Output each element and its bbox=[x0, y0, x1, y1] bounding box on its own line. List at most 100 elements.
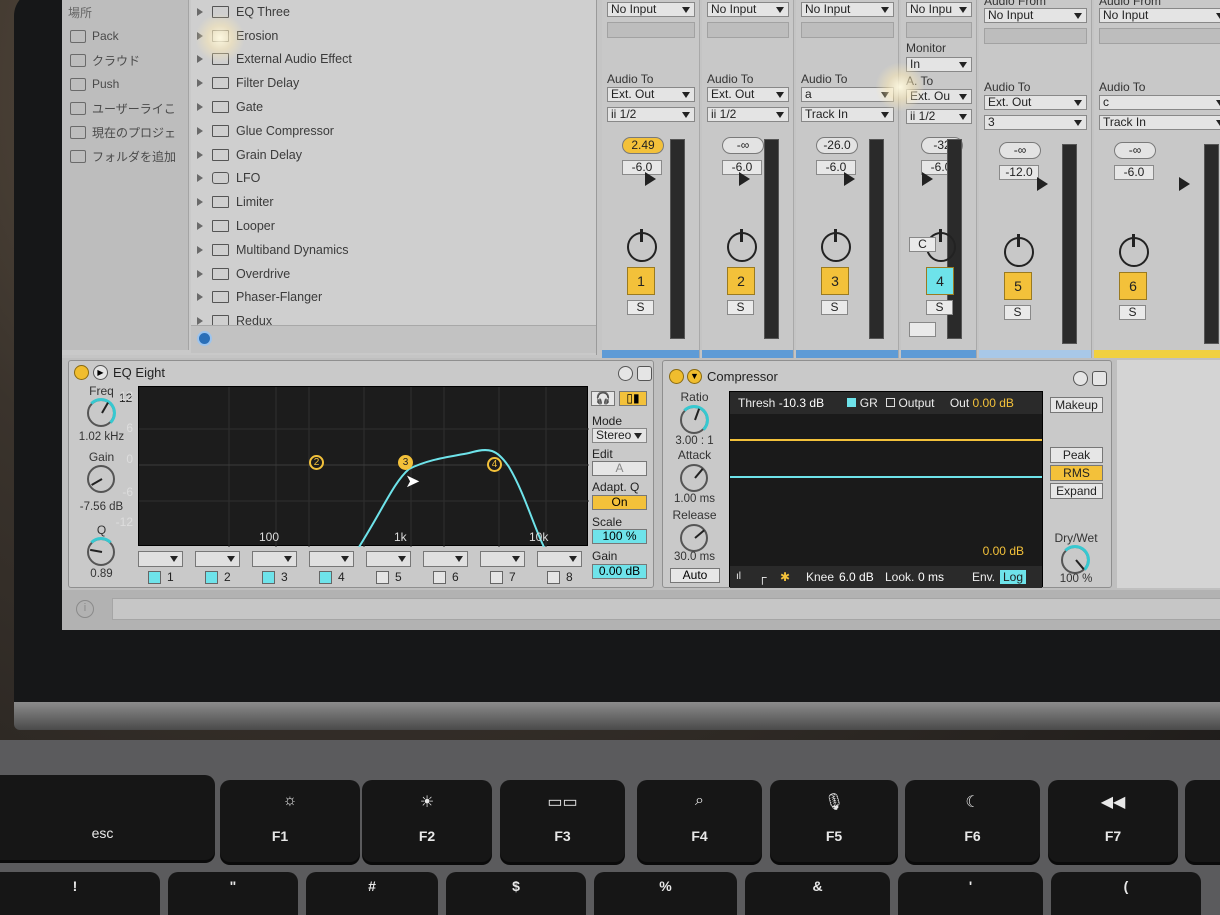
pan-knob[interactable] bbox=[1119, 234, 1149, 267]
band-toggle[interactable] bbox=[490, 571, 503, 584]
solo-button[interactable]: S bbox=[926, 300, 953, 315]
place-item[interactable]: ユーザーライこ bbox=[62, 96, 188, 120]
gain-knob[interactable] bbox=[87, 465, 115, 493]
key-4[interactable]: $ bbox=[446, 872, 586, 915]
output-select[interactable]: Ext. Out bbox=[607, 87, 695, 102]
key-3[interactable]: # bbox=[306, 872, 438, 915]
headphone-icon[interactable]: 🎧 bbox=[591, 391, 615, 406]
hot-swap-icon[interactable] bbox=[1073, 371, 1088, 386]
expand-button[interactable]: Expand bbox=[1050, 483, 1103, 499]
save-preset-icon[interactable] bbox=[637, 366, 652, 381]
expand-arrow-icon[interactable] bbox=[197, 174, 203, 183]
filter-type-select[interactable] bbox=[366, 551, 411, 567]
input-select[interactable]: No Input bbox=[1099, 8, 1220, 23]
key-8[interactable]: ( bbox=[1051, 872, 1201, 915]
output-select[interactable]: c bbox=[1099, 95, 1220, 110]
input-channel-select[interactable] bbox=[1099, 28, 1220, 44]
volume-display[interactable]: -∞ bbox=[722, 137, 764, 154]
mode-select[interactable]: Stereo bbox=[592, 428, 647, 443]
output-channel-select[interactable]: ii 1/2 bbox=[906, 109, 972, 124]
expand-arrow-icon[interactable] bbox=[197, 150, 203, 159]
expand-arrow-icon[interactable] bbox=[197, 7, 203, 16]
track-activator[interactable]: 6 bbox=[1119, 272, 1147, 300]
volume-slider-handle[interactable] bbox=[739, 172, 750, 186]
band-toggle[interactable] bbox=[319, 571, 332, 584]
expand-arrow-icon[interactable] bbox=[197, 126, 203, 135]
key-f7[interactable]: ◀◀ F7 bbox=[1048, 780, 1178, 862]
input-channel-select[interactable] bbox=[801, 22, 894, 38]
expand-arrow-icon[interactable] bbox=[197, 269, 203, 278]
pan-display[interactable]: -12.0 bbox=[999, 165, 1039, 180]
track-activator[interactable]: 5 bbox=[1004, 272, 1032, 300]
pan-display[interactable]: -6.0 bbox=[622, 160, 662, 175]
spectrum-icon[interactable]: ▯▮ bbox=[619, 391, 647, 406]
input-select[interactable]: No Inpu bbox=[906, 2, 972, 17]
scale-value[interactable]: 100 % bbox=[592, 529, 647, 544]
output-channel-select[interactable]: 3 bbox=[984, 115, 1087, 130]
cue-button[interactable]: C bbox=[909, 237, 936, 252]
save-preset-icon[interactable] bbox=[1092, 371, 1107, 386]
filter-type-select[interactable] bbox=[138, 551, 183, 567]
volume-display[interactable]: -∞ bbox=[999, 142, 1041, 159]
filter-type-select[interactable] bbox=[309, 551, 354, 567]
freq-knob[interactable] bbox=[86, 398, 116, 428]
arm-record-icon[interactable] bbox=[909, 322, 936, 337]
browser-item[interactable]: Filter Delay bbox=[191, 71, 596, 95]
activity-icon[interactable]: ✱ bbox=[780, 566, 790, 588]
compressor-power-toggle[interactable] bbox=[669, 369, 684, 384]
volume-slider-handle[interactable] bbox=[1037, 177, 1048, 191]
solo-button[interactable]: S bbox=[1119, 305, 1146, 320]
expand-arrow-icon[interactable] bbox=[197, 245, 203, 254]
track-activator[interactable]: 1 bbox=[627, 267, 655, 295]
browser-item[interactable]: Phaser-Flanger bbox=[191, 286, 596, 310]
key-f2[interactable]: ☀ F2 bbox=[362, 780, 492, 862]
band-toggle[interactable] bbox=[205, 571, 218, 584]
pan-knob[interactable] bbox=[1004, 234, 1034, 267]
volume-display[interactable]: 2.49 bbox=[622, 137, 664, 154]
hot-swap-icon[interactable] bbox=[618, 366, 633, 381]
input-channel-select[interactable] bbox=[607, 22, 695, 38]
browser-item[interactable]: Glue Compressor bbox=[191, 119, 596, 143]
input-select[interactable]: No Input bbox=[607, 2, 695, 17]
q-knob[interactable] bbox=[86, 537, 116, 566]
track-activator[interactable]: 4 bbox=[926, 267, 954, 295]
band-toggle[interactable] bbox=[547, 571, 560, 584]
band-toggle[interactable] bbox=[262, 571, 275, 584]
pan-knob[interactable] bbox=[727, 229, 757, 262]
gr-checkbox[interactable] bbox=[847, 398, 857, 407]
browser-item[interactable]: EQ Three bbox=[191, 0, 596, 24]
track-activator[interactable]: 3 bbox=[821, 267, 849, 295]
solo-button[interactable]: S bbox=[1004, 305, 1031, 320]
volume-slider-handle[interactable] bbox=[922, 172, 933, 186]
eq-display[interactable]: 12 bbox=[119, 386, 589, 547]
browser-item[interactable]: Grain Delay bbox=[191, 143, 596, 167]
attack-knob[interactable] bbox=[680, 464, 708, 492]
adapt-q-toggle[interactable]: On bbox=[592, 495, 647, 510]
key-f5[interactable]: 🎙 F5 bbox=[770, 780, 898, 862]
key-esc[interactable]: esc bbox=[0, 775, 215, 860]
key-f1[interactable]: ☼ F1 bbox=[220, 780, 360, 862]
compressor-display[interactable]: Thresh -10.3 dB GR Output Out 0.00 dB 0.… bbox=[729, 391, 1043, 588]
browser-item[interactable]: LFO bbox=[191, 167, 596, 191]
gain-out-value[interactable]: 0.00 dB bbox=[592, 564, 647, 579]
ratio-knob[interactable] bbox=[679, 405, 709, 435]
knee-curve-icon[interactable]: ┌ bbox=[758, 566, 767, 588]
filter-type-select[interactable] bbox=[480, 551, 525, 567]
filter-type-select[interactable] bbox=[537, 551, 582, 567]
key-f8[interactable] bbox=[1185, 780, 1220, 862]
input-channel-select[interactable] bbox=[707, 22, 789, 38]
volume-slider-handle[interactable] bbox=[645, 172, 656, 186]
browser-item[interactable]: Limiter bbox=[191, 190, 596, 214]
band-toggle[interactable] bbox=[376, 571, 389, 584]
pan-display[interactable]: -6.0 bbox=[1114, 165, 1154, 180]
key-1[interactable]: ! bbox=[0, 872, 160, 915]
key-2[interactable]: " bbox=[168, 872, 298, 915]
makeup-button[interactable]: Makeup bbox=[1050, 397, 1103, 413]
browser-item[interactable]: Looper bbox=[191, 214, 596, 238]
input-select[interactable]: No Input bbox=[707, 2, 789, 17]
pan-knob[interactable] bbox=[627, 229, 657, 262]
release-knob[interactable] bbox=[680, 524, 708, 552]
filter-type-select[interactable] bbox=[195, 551, 240, 567]
rms-button[interactable]: RMS bbox=[1050, 465, 1103, 481]
env-mode-toggle[interactable]: Log bbox=[1000, 570, 1027, 584]
